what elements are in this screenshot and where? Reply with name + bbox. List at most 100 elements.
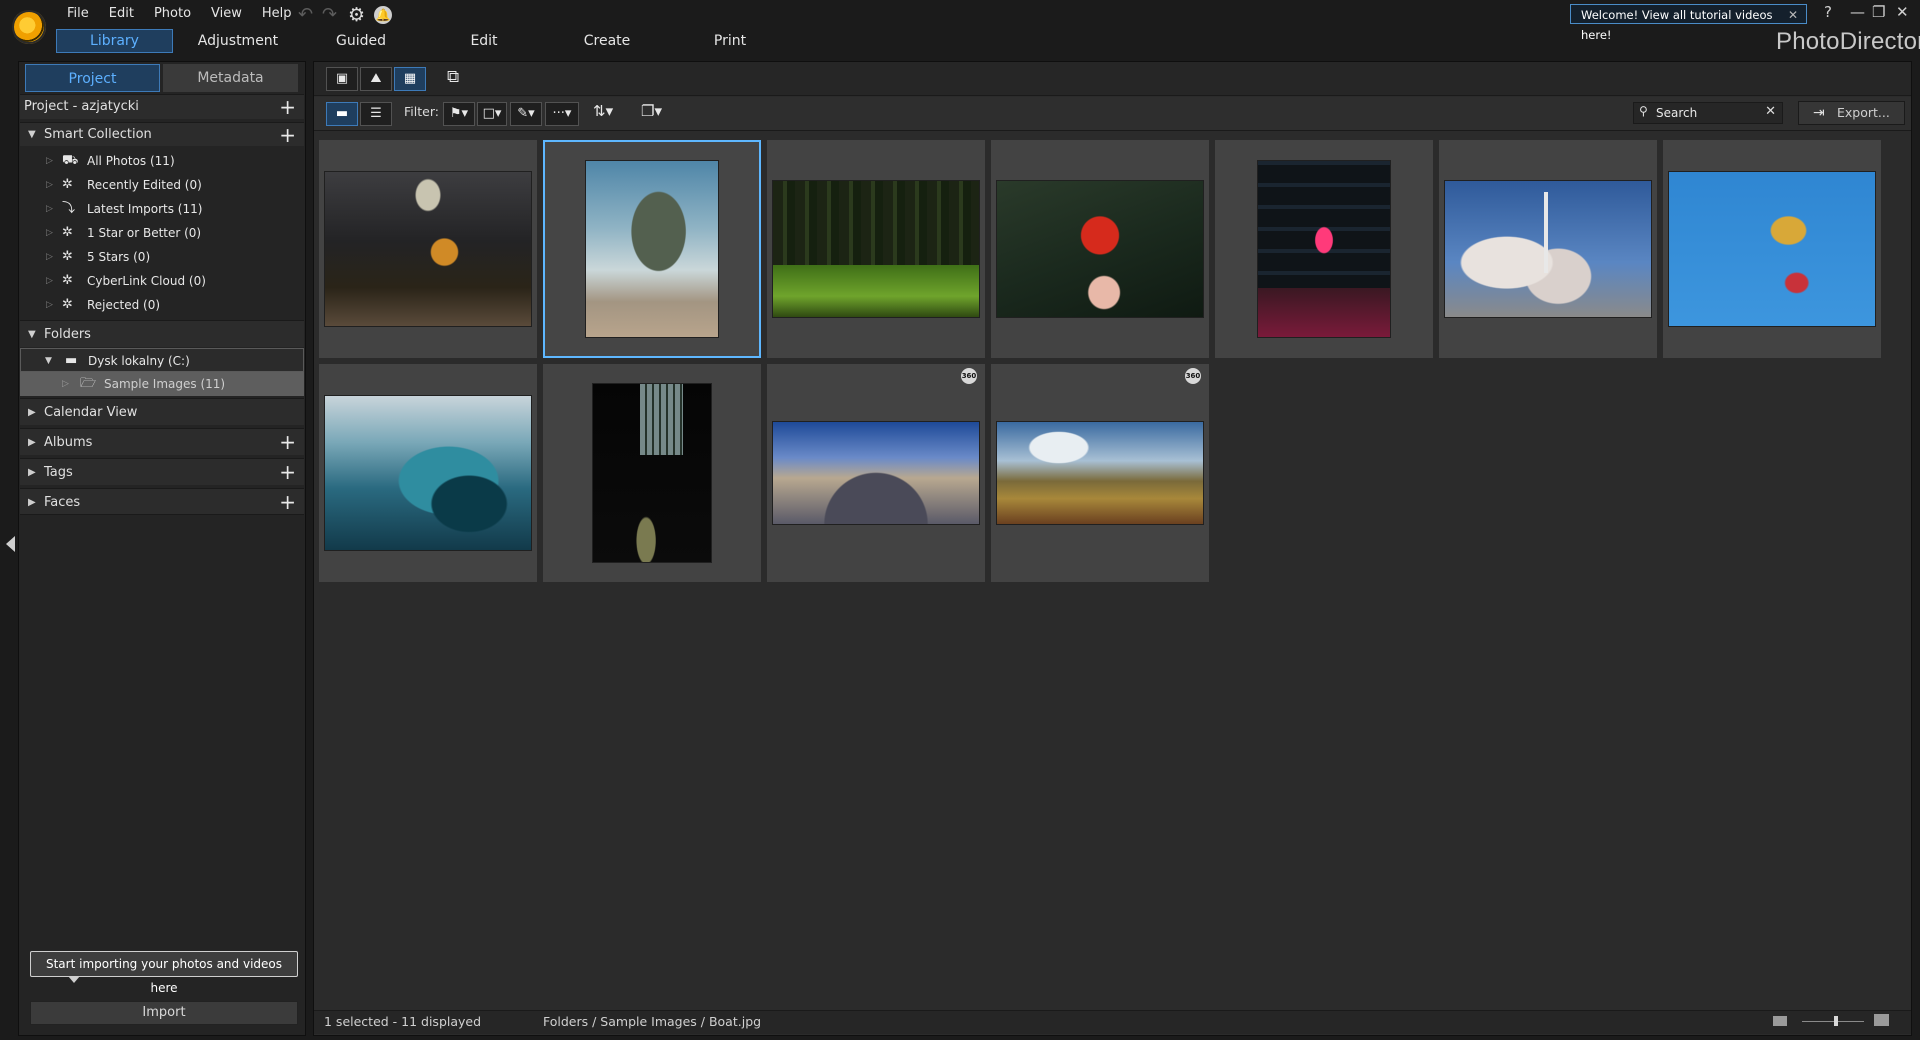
module-tab-guided[interactable]: Guided bbox=[311, 29, 411, 53]
welcome-banner[interactable]: Welcome! View all tutorial videos here! … bbox=[1570, 4, 1807, 42]
smart-collection-item-cyberlink-cloud[interactable]: ▷ ✲ CyberLink Cloud (0) bbox=[20, 269, 304, 293]
menu-photo[interactable]: Photo bbox=[154, 6, 191, 21]
folder-icon: 🗁 bbox=[80, 376, 97, 391]
expand-triangle-icon[interactable]: ▼ bbox=[28, 123, 36, 147]
photo-cell-skateboarder[interactable] bbox=[1663, 140, 1881, 358]
smart-collection-item-five-stars[interactable]: ▷ ✲ 5 Stars (0) bbox=[20, 245, 304, 269]
folder-disk[interactable]: ▼ ▬ Dysk lokalny (C:) bbox=[20, 348, 304, 372]
collapse-triangle-icon[interactable]: ▷ bbox=[46, 245, 53, 269]
collapse-triangle-icon[interactable]: ▶ bbox=[28, 459, 36, 486]
module-tab-edit[interactable]: Edit bbox=[434, 29, 534, 53]
filter-edited-dropdown-icon[interactable]: ✎▾ bbox=[510, 102, 542, 126]
smart-collection-item-recently-edited[interactable]: ▷ ✲ Recently Edited (0) bbox=[20, 173, 304, 197]
photo-cell-basketball[interactable] bbox=[319, 140, 537, 358]
photo-cell-forest[interactable] bbox=[767, 140, 985, 358]
filter-flag-dropdown-icon[interactable]: ⚑▾ bbox=[443, 102, 475, 126]
filter-color-label-dropdown-icon[interactable]: □▾ bbox=[477, 102, 507, 126]
menu-file[interactable]: File bbox=[67, 6, 89, 21]
collapse-triangle-icon[interactable]: ▶ bbox=[28, 429, 36, 456]
restore-button[interactable]: ❐ bbox=[1872, 3, 1885, 21]
settings-gear-icon[interactable]: ⚙ bbox=[348, 4, 365, 26]
menu-help[interactable]: Help bbox=[262, 6, 292, 21]
module-tab-library[interactable]: Library bbox=[56, 29, 173, 53]
notification-bell-icon[interactable]: 🔔 bbox=[374, 6, 392, 24]
thumbnail-strip-icon[interactable]: ▬ bbox=[326, 102, 358, 126]
module-tab-adjustment[interactable]: Adjustment bbox=[188, 29, 288, 53]
item-label: All Photos (11) bbox=[87, 154, 175, 168]
small-thumbnail-icon[interactable] bbox=[1773, 1016, 1787, 1026]
sort-dropdown-icon[interactable]: ⇅▾ bbox=[593, 102, 613, 120]
folders-header[interactable]: ▼ Folders bbox=[20, 320, 304, 347]
status-bar: 1 selected - 11 displayed Folders / Samp… bbox=[314, 1010, 1911, 1034]
project-header: Project - azjatycki + bbox=[20, 94, 304, 119]
expand-triangle-icon[interactable]: ▼ bbox=[28, 321, 36, 348]
photo-cell-rocket-launch[interactable] bbox=[1439, 140, 1657, 358]
list-view-icon[interactable]: ☰ bbox=[360, 102, 392, 126]
add-project-icon[interactable]: + bbox=[279, 95, 296, 119]
large-thumbnail-icon[interactable] bbox=[1874, 1014, 1889, 1026]
smart-collection-item-one-star[interactable]: ▷ ✲ 1 Star or Better (0) bbox=[20, 221, 304, 245]
photo-cell-maple-leaf[interactable] bbox=[991, 140, 1209, 358]
search-input[interactable] bbox=[1656, 104, 1756, 122]
app-logo[interactable] bbox=[12, 10, 46, 44]
view-browser-icon[interactable]: ▣ bbox=[326, 67, 358, 91]
module-tab-create[interactable]: Create bbox=[557, 29, 657, 53]
smart-collection-item-all-photos[interactable]: ▷ ⛟ All Photos (11) bbox=[20, 149, 304, 173]
tab-metadata[interactable]: Metadata bbox=[163, 64, 298, 92]
search-box[interactable]: ⚲ ✕ bbox=[1633, 102, 1783, 124]
collapse-triangle-icon[interactable]: ▷ bbox=[46, 221, 53, 245]
stack-dropdown-icon[interactable]: ❐▾ bbox=[641, 102, 662, 120]
search-clear-icon[interactable]: ✕ bbox=[1765, 104, 1776, 119]
collapse-triangle-icon[interactable]: ▷ bbox=[46, 173, 53, 197]
photo-cell-panorama-landscape[interactable]: 360 bbox=[991, 364, 1209, 582]
photo-cell-boat[interactable] bbox=[543, 140, 761, 358]
tab-project[interactable]: Project bbox=[25, 64, 160, 92]
photo-thumbnail bbox=[592, 383, 712, 563]
undo-icon[interactable]: ↶ bbox=[298, 4, 313, 25]
faces-header[interactable]: ▶ Faces + bbox=[20, 488, 304, 515]
close-button[interactable]: ✕ bbox=[1896, 3, 1909, 21]
view-single-icon[interactable]: ⛰ bbox=[360, 67, 392, 91]
collapse-triangle-icon[interactable]: ▷ bbox=[46, 197, 53, 221]
collapse-triangle-icon[interactable]: ▶ bbox=[28, 489, 36, 516]
badge-360: 360 bbox=[1185, 368, 1201, 384]
collapse-triangle-icon[interactable]: ▶ bbox=[28, 399, 36, 426]
menu-edit[interactable]: Edit bbox=[109, 6, 134, 21]
add-smart-collection-icon[interactable]: + bbox=[279, 123, 296, 147]
smart-collection-item-latest-imports[interactable]: ▷ ⤵ Latest Imports (11) bbox=[20, 197, 304, 221]
collapse-triangle-icon[interactable]: ▷ bbox=[46, 293, 53, 317]
photo-thumbnail bbox=[772, 180, 980, 318]
photo-cell-wave[interactable] bbox=[319, 364, 537, 582]
collapse-triangle-icon[interactable]: ▷ bbox=[46, 269, 53, 293]
minimize-button[interactable]: — bbox=[1850, 3, 1865, 21]
add-face-icon[interactable]: + bbox=[279, 489, 296, 516]
folder-sample-images[interactable]: ▷ 🗁 Sample Images (11) bbox=[20, 372, 304, 396]
thumbnail-size-slider[interactable] bbox=[1802, 1021, 1864, 1022]
view-grid-icon[interactable]: ▦ bbox=[394, 67, 426, 91]
filter-rating-dropdown-icon[interactable]: ···▾ bbox=[545, 102, 579, 126]
photo-cell-cafe-crepe[interactable] bbox=[1215, 140, 1433, 358]
collapse-panel-arrow-icon[interactable] bbox=[6, 536, 15, 552]
redo-icon[interactable]: ↷ bbox=[322, 4, 337, 25]
albums-header[interactable]: ▶ Albums + bbox=[20, 428, 304, 455]
help-icon[interactable]: ? bbox=[1824, 3, 1832, 21]
collapse-triangle-icon[interactable]: ▷ bbox=[62, 372, 69, 396]
compare-view-icon[interactable]: ⧉ bbox=[447, 67, 459, 87]
tags-header[interactable]: ▶ Tags + bbox=[20, 458, 304, 485]
smart-collection-item-rejected[interactable]: ▷ ✲ Rejected (0) bbox=[20, 293, 304, 317]
menu-view[interactable]: View bbox=[211, 6, 242, 21]
add-tag-icon[interactable]: + bbox=[279, 459, 296, 486]
photo-cell-window-light[interactable] bbox=[543, 364, 761, 582]
smart-collection-icon: ✲ bbox=[62, 273, 73, 288]
add-album-icon[interactable]: + bbox=[279, 429, 296, 456]
expand-triangle-icon[interactable]: ▼ bbox=[45, 349, 52, 373]
module-tab-print[interactable]: Print bbox=[680, 29, 780, 53]
smart-collection-header[interactable]: ▼ Smart Collection + bbox=[20, 122, 304, 147]
export-button[interactable]: ⇥ Export... bbox=[1798, 101, 1905, 125]
import-button[interactable]: Import bbox=[30, 1001, 298, 1025]
slider-handle[interactable] bbox=[1834, 1016, 1838, 1026]
welcome-close-icon[interactable]: ✕ bbox=[1788, 5, 1798, 25]
calendar-view-header[interactable]: ▶ Calendar View bbox=[20, 398, 304, 425]
photo-cell-panorama-street[interactable]: 360 bbox=[767, 364, 985, 582]
collapse-triangle-icon[interactable]: ▷ bbox=[46, 149, 53, 173]
